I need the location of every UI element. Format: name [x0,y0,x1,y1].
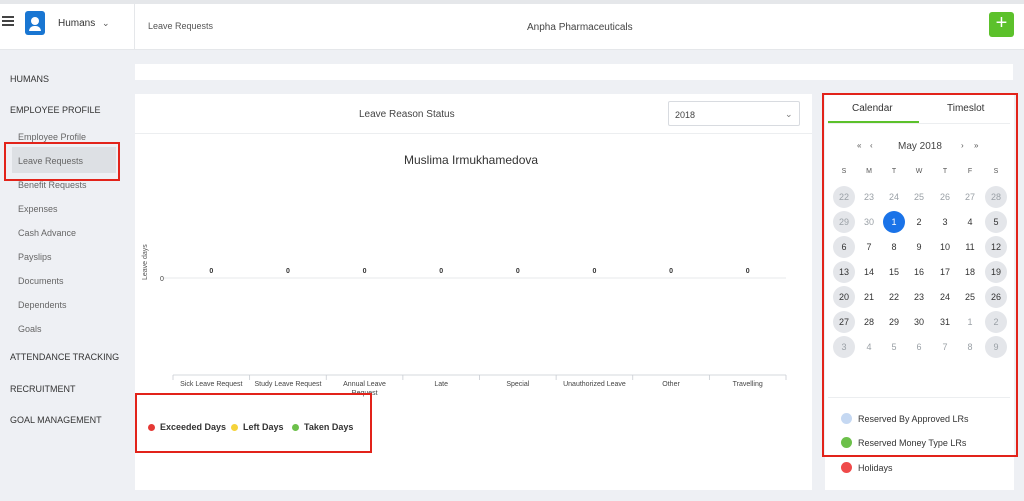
app-logo-icon [25,11,45,35]
panel-title: Leave Reason Status [359,109,455,120]
header-divider [134,4,135,50]
sidebar-section-recruitment[interactable]: RECRUITMENT [10,384,76,394]
sidebar-section-goal-management[interactable]: GOAL MANAGEMENT [10,415,102,425]
sidebar-section-employee-profile[interactable]: EMPLOYEE PROFILE [10,105,101,115]
leave-chart: 0 0 Sick Leave Request 0 Study Leave Request… [160,268,787,397]
sidebar-item-dependents[interactable]: Dependents [18,300,67,310]
sidebar-item-employee-profile[interactable]: Employee Profile [18,132,86,142]
x-tick-label: Study Leave Request [254,381,321,388]
sidebar-item-documents[interactable]: Documents [18,276,64,286]
highlight-box-calendar [822,93,1018,457]
x-tick-label: Other [662,381,680,388]
bar-value-label: 0 [286,268,290,275]
top-panel [135,64,1013,80]
red-dot-icon [841,462,852,473]
bar-value-label: 0 [746,268,750,275]
x-tick-label: Travelling [733,381,763,388]
company-name: Anpha Pharmaceuticals [527,22,633,33]
sidebar-item-payslips[interactable]: Payslips [18,252,52,262]
x-tick-label: Special [506,381,529,388]
sidebar-item-cash-advance[interactable]: Cash Advance [18,228,76,238]
y-axis-label: Leave days [142,244,149,280]
x-tick-label: Annual Leave [343,381,386,388]
sidebar-item-benefit-requests[interactable]: Benefit Requests [18,180,87,190]
x-tick-label: Unauthorized Leave [563,381,626,388]
add-button[interactable]: + [989,12,1014,37]
highlight-box-legend [135,393,372,453]
x-tick-label: Sick Leave Request [180,381,242,388]
bar-value-label: 0 [592,268,596,275]
highlight-box-sidebar [4,142,120,181]
legend-holidays: Holidays [841,462,893,473]
x-tick-label: Late [434,381,448,388]
chart-title: Muslima Irmukhamedova [404,153,539,167]
sidebar-section-humans[interactable]: HUMANS [10,74,49,84]
bar-value-label: 0 [209,268,213,275]
bar-value-label: 0 [439,268,443,275]
panel-header-divider [135,133,812,134]
year-select-value: 2018 [675,110,696,120]
sidebar-item-expenses[interactable]: Expenses [18,204,58,214]
breadcrumb: Leave Requests [148,21,214,31]
chevron-down-icon[interactable]: ⌄ [102,18,110,29]
bar-value-label: 0 [516,268,520,275]
hamburger-menu-icon[interactable] [2,16,14,26]
sidebar-section-attendance-tracking[interactable]: ATTENDANCE TRACKING [10,352,119,362]
sidebar-item-goals[interactable]: Goals [18,324,42,334]
bar-value-label: 0 [363,268,367,275]
chevron-down-icon: ⌄ [785,109,793,119]
y-tick-label: 0 [160,276,164,283]
app-switcher-label[interactable]: Humans [58,18,95,29]
bar-value-label: 0 [669,268,673,275]
